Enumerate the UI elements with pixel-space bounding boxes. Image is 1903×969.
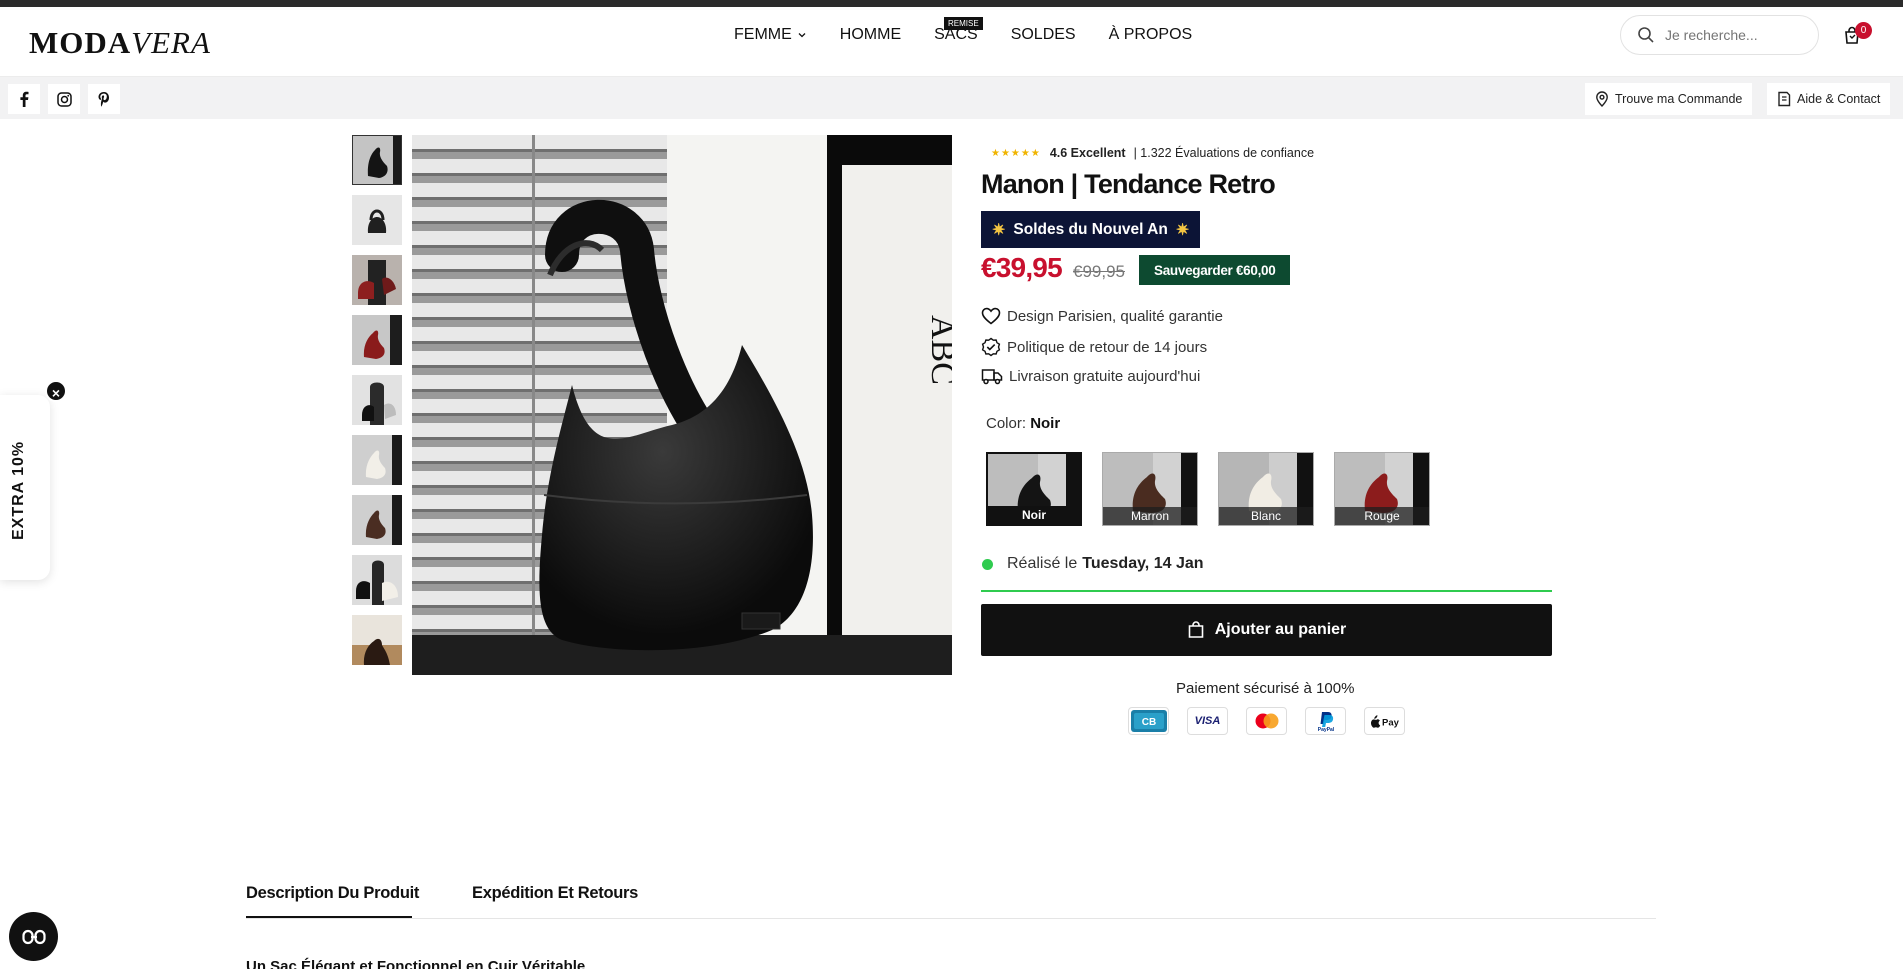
product-thumbnail[interactable] — [352, 495, 402, 545]
product-thumbnail[interactable] — [352, 315, 402, 365]
color-selected-value: Noir — [1030, 415, 1061, 432]
nav-a-propos[interactable]: À PROPOS — [1109, 26, 1193, 44]
status-dot-icon — [982, 558, 993, 570]
original-price: €99,95 — [1073, 262, 1125, 281]
tab-description[interactable]: Description Du Produit — [246, 884, 419, 903]
product-thumbnail[interactable] — [352, 555, 402, 605]
search-box[interactable] — [1620, 15, 1819, 55]
search-icon — [1638, 27, 1654, 43]
color-label-text: Color: — [986, 415, 1027, 432]
tab-shipping-returns[interactable]: Expédition Et Retours — [472, 884, 638, 903]
description-heading: Un Sac Élégant et Fonctionnel en Cuir Vé… — [246, 958, 586, 969]
add-to-cart-label: Ajouter au panier — [1214, 621, 1347, 638]
feature-label: Livraison gratuite aujourd'hui — [1009, 367, 1201, 385]
swatch-label: Blanc — [1219, 507, 1313, 525]
rating-score: 4.6 Excellent — [1049, 146, 1126, 160]
savings-badge: Sauvegarder €60,00 — [1139, 255, 1291, 285]
svg-text:Pay: Pay — [1382, 718, 1400, 729]
visa-card-icon: VISA — [1187, 707, 1228, 735]
svg-text:PayPal: PayPal — [1317, 727, 1334, 732]
star-rating-icon: ★★★★★ — [991, 147, 1041, 159]
remise-badge: REMISE — [944, 17, 983, 30]
swatch-label: Marron — [1103, 507, 1197, 525]
product-thumbnail[interactable] — [352, 255, 402, 305]
search-input[interactable] — [1665, 27, 1805, 43]
color-swatch-blanc[interactable]: Blanc — [1218, 452, 1314, 526]
close-icon[interactable]: × — [45, 380, 67, 402]
delivery-estimate: Réalisé le Tuesday, 14 Jan — [982, 555, 1204, 573]
product-title: Manon | Tendance Retro — [981, 169, 1276, 199]
top-strip — [0, 0, 1903, 7]
instagram-icon[interactable] — [48, 84, 80, 114]
apple-pay-icon: Pay — [1364, 707, 1405, 735]
secure-payment-label: Paiement sécurisé à 100% — [1176, 680, 1355, 697]
sparkle-icon: ✷ — [992, 221, 1006, 239]
svg-text:CB: CB — [1141, 717, 1155, 728]
cart-count-badge: 0 — [1855, 22, 1872, 39]
swatch-label: Rouge — [1335, 507, 1429, 525]
help-doc-icon — [1778, 91, 1791, 107]
feature-label: Politique de retour de 14 jours — [1007, 338, 1208, 356]
accessibility-button[interactable] — [9, 912, 58, 961]
color-swatch-noir[interactable]: Noir — [986, 452, 1082, 526]
feature-item: Livraison gratuite aujourd'hui — [981, 367, 1200, 385]
delivery-divider — [981, 590, 1552, 592]
check-badge-icon — [981, 337, 1001, 357]
logo-text-italic: VERA — [131, 25, 211, 60]
track-order-label: Trouve ma Commande — [1615, 92, 1743, 106]
product-thumbnail[interactable] — [352, 195, 402, 245]
track-order-button[interactable]: Trouve ma Commande — [1585, 83, 1753, 115]
discount-popup-label: EXTRA 10% — [10, 440, 27, 540]
location-pin-icon — [1596, 91, 1608, 107]
chevron-down-icon — [798, 33, 806, 38]
shopping-bag-icon — [1188, 621, 1204, 638]
add-to-cart-button[interactable]: Ajouter au panier — [981, 604, 1552, 656]
nav-soldes[interactable]: SOLDES — [1011, 26, 1076, 44]
mastercard-icon — [1246, 707, 1287, 735]
tabs-divider — [246, 918, 1656, 919]
logo-text-bold: MODA — [29, 25, 132, 60]
promo-banner: ✷ Soldes du Nouvel An ✷ — [981, 211, 1201, 248]
paypal-icon: PayPal — [1305, 707, 1346, 735]
help-contact-button[interactable]: Aide & Contact — [1767, 83, 1891, 115]
product-thumbnail[interactable] — [352, 615, 402, 665]
product-thumbnail[interactable] — [352, 375, 402, 425]
nav-femme[interactable]: FEMME — [734, 26, 807, 44]
feature-item: Design Parisien, qualité garantie — [981, 307, 1223, 325]
nav-label: HOMME — [839, 26, 902, 43]
product-thumbnail[interactable] — [352, 135, 402, 185]
brand-logo[interactable]: MODAVERA — [29, 25, 211, 61]
swatch-label: Noir — [988, 506, 1080, 524]
color-swatch-rouge[interactable]: Rouge — [1334, 452, 1430, 526]
current-price: €39,95 — [981, 252, 1063, 283]
main-product-image[interactable]: ABC — [412, 135, 952, 675]
color-swatch-marron[interactable]: Marron — [1102, 452, 1198, 526]
delivery-date: Tuesday, 14 Jan — [1082, 555, 1204, 572]
rating-count: | 1.322 Évaluations de confiance — [1133, 146, 1315, 160]
nav-label: FEMME — [734, 26, 792, 43]
feature-label: Design Parisien, qualité garantie — [1007, 307, 1223, 325]
pinterest-icon[interactable] — [88, 84, 120, 114]
nav-label: À PROPOS — [1108, 26, 1193, 43]
cb-card-icon: CB — [1128, 707, 1169, 735]
delivery-prefix: Réalisé le — [1007, 555, 1078, 572]
feature-item: Politique de retour de 14 jours — [981, 337, 1207, 357]
svg-text:ABC: ABC — [924, 315, 952, 385]
facebook-icon[interactable] — [8, 84, 40, 114]
accessibility-icon — [21, 929, 46, 944]
promo-label: Soldes du Nouvel An — [1013, 220, 1168, 238]
nav-homme[interactable]: HOMME — [840, 26, 901, 44]
color-selector-label: Color: Noir — [986, 415, 1060, 432]
heart-icon — [981, 307, 1001, 325]
rating-summary[interactable]: ★★★★★ 4.6 Excellent | 1.322 Évaluations … — [991, 146, 1314, 160]
help-contact-label: Aide & Contact — [1797, 92, 1881, 106]
nav-label: SOLDES — [1010, 26, 1076, 43]
sparkle-icon: ✷ — [1175, 221, 1190, 239]
truck-icon — [981, 369, 1003, 385]
product-thumbnail[interactable] — [352, 435, 402, 485]
